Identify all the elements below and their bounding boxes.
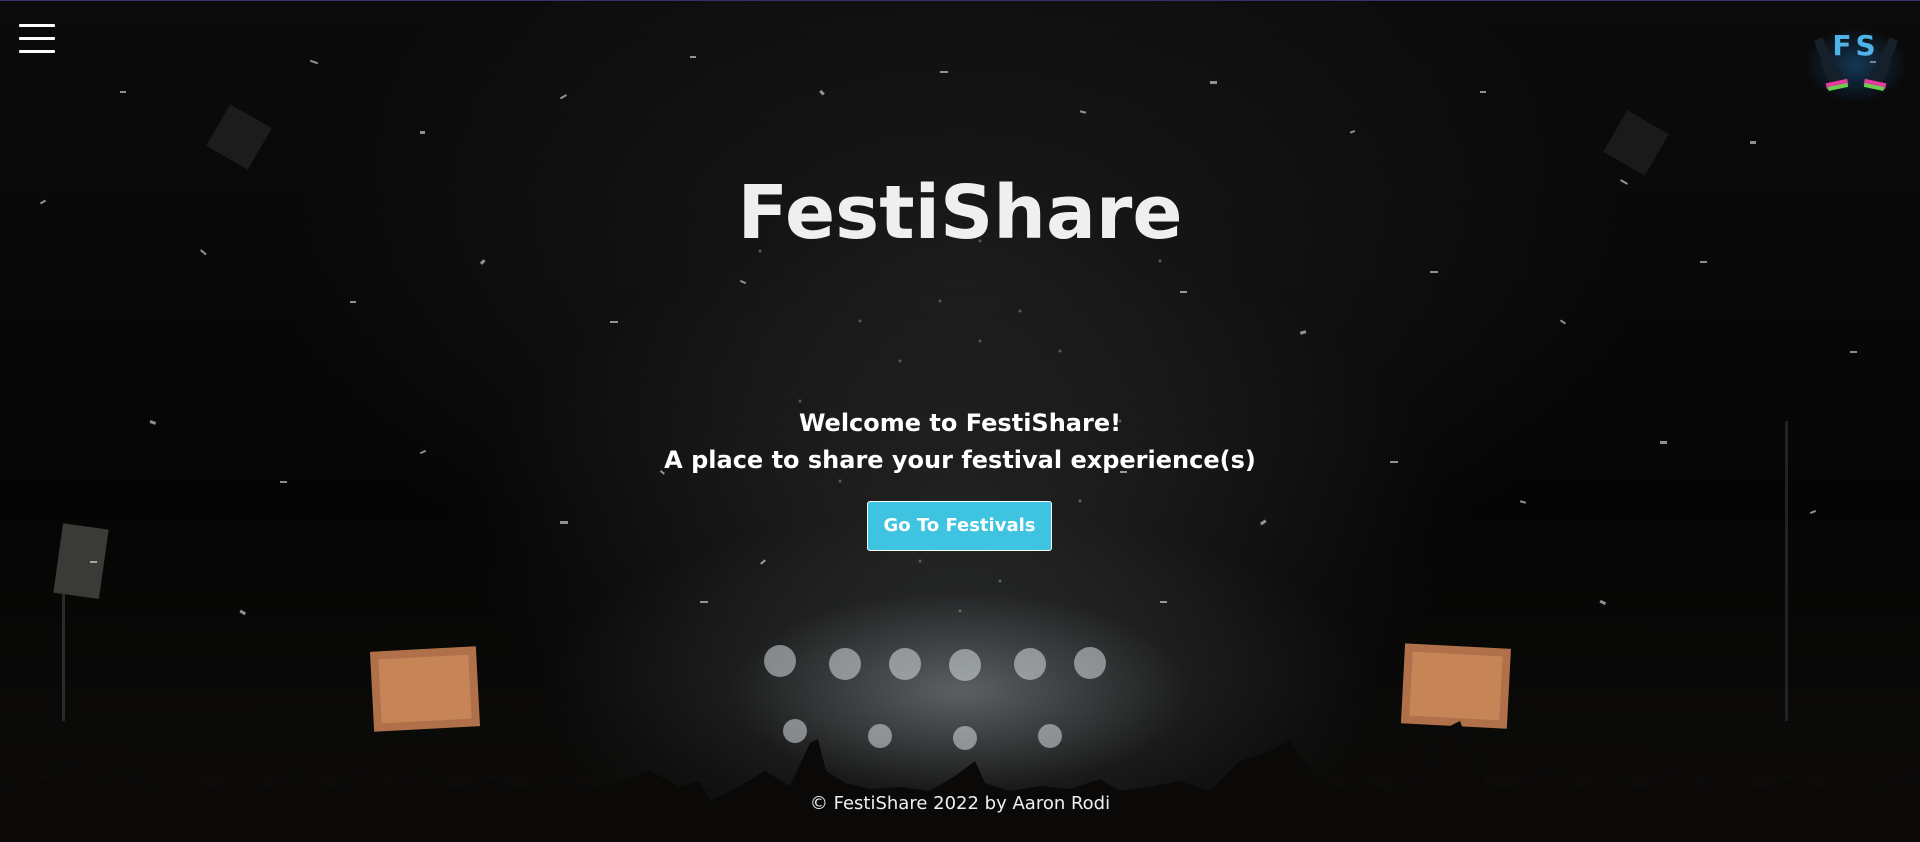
festishare-logo[interactable]: FS	[1804, 27, 1908, 103]
hero-section: FS FestiShare Welcome to FestiShare! A p…	[0, 0, 1920, 842]
footer-copyright: © FestiShare 2022 by Aaron Rodi	[809, 793, 1111, 814]
logo-text: FS	[1832, 29, 1879, 62]
hamburger-menu-icon[interactable]	[19, 24, 55, 54]
welcome-line-1: Welcome to FestiShare!	[798, 409, 1122, 437]
go-to-festivals-button[interactable]: Go To Festivals	[867, 501, 1052, 551]
welcome-line-2: A place to share your festival experienc…	[664, 446, 1256, 474]
page-title: FestiShare	[737, 170, 1183, 256]
welcome-message: Welcome to FestiShare! A place to share …	[0, 405, 1920, 479]
